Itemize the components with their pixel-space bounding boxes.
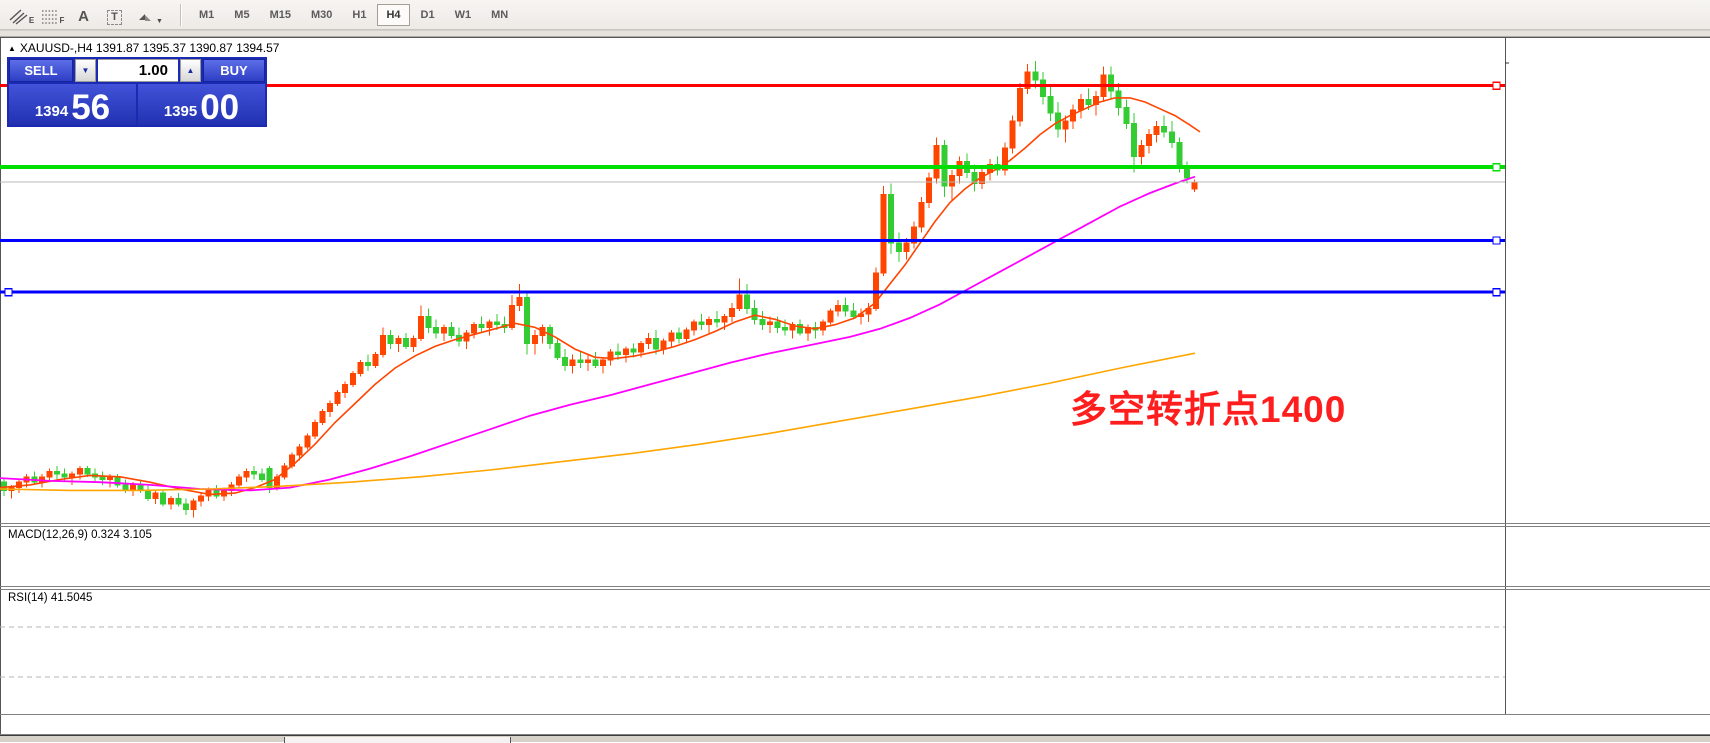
timeframe-bar: M1M5M15M30H1H4D1W1MN <box>190 4 517 26</box>
hline-handle[interactable] <box>1493 164 1500 171</box>
macd-indicator-label: MACD(12,26,9) 0.324 3.105 <box>8 529 152 541</box>
chart-tab-strip[interactable] <box>0 735 1710 742</box>
hline-1373[interactable] <box>0 237 1505 244</box>
timeframe-button-m5[interactable]: M5 <box>225 4 258 26</box>
timeframe-button-m1[interactable]: M1 <box>190 4 223 26</box>
sell-price-major: 1394 <box>35 103 68 120</box>
fibonacci-tool-button[interactable]: F <box>37 2 68 28</box>
arrows-icon <box>137 10 153 25</box>
hline-1400[interactable] <box>0 164 1505 171</box>
timeframe-button-mn[interactable]: MN <box>482 4 517 26</box>
sell-button[interactable]: SELL <box>9 59 73 82</box>
buy-price-pips: 00 <box>200 92 239 124</box>
symbol-ohlc-line: ▲ XAUUSD-,H4 1391.87 1395.37 1390.87 1394… <box>8 41 279 55</box>
sell-price-pips: 56 <box>71 92 110 124</box>
pane-borders <box>0 37 1710 735</box>
equidistant-channel-tool-button[interactable]: E <box>6 2 37 28</box>
sell-price-button[interactable]: 1394 56 <box>9 84 136 125</box>
equidistant-channel-icon <box>9 8 28 25</box>
text-icon: A <box>78 8 89 25</box>
volume-decrease-button[interactable]: ▼ <box>75 59 96 82</box>
arrows-tool-button[interactable]: ▼ <box>130 2 170 28</box>
toolbar: E F A T ▼ M1M5M15M30H1H4D1 <box>0 0 1710 30</box>
timeframe-button-d1[interactable]: D1 <box>412 4 444 26</box>
timeframe-button-h1[interactable]: H1 <box>343 4 375 26</box>
rsi-level-lines <box>0 627 1505 677</box>
chevron-down-icon: ▼ <box>156 18 163 25</box>
rsi-indicator-label: RSI(14) 41.5045 <box>8 592 92 604</box>
text-tool-button[interactable]: A <box>68 2 99 28</box>
tool-badge: E <box>29 16 34 25</box>
volume-input[interactable] <box>98 59 178 82</box>
hline-1354[interactable] <box>0 289 1505 296</box>
chart-annotation-text: 多空转折点1400 <box>1070 379 1346 433</box>
label-icon: T <box>107 10 122 25</box>
fast-ma <box>0 98 1200 495</box>
drawing-tools: E F A T ▼ <box>0 2 170 28</box>
active-chart-tab-edge <box>284 737 511 743</box>
toolbar-separator <box>180 4 182 26</box>
timeframe-button-w1[interactable]: W1 <box>446 4 481 26</box>
hline-handle[interactable] <box>1493 289 1500 296</box>
hline-handle[interactable] <box>1493 82 1500 89</box>
triangle-up-icon: ▲ <box>8 44 16 53</box>
symbol-ohlc-text: XAUUSD-,H4 1391.87 1395.37 1390.87 1394.… <box>20 41 280 55</box>
buy-price-major: 1395 <box>164 103 197 120</box>
chart-horizontal-scrollbar[interactable] <box>0 30 1710 37</box>
text-label-tool-button[interactable]: T <box>99 2 130 28</box>
timeframe-button-m30[interactable]: M30 <box>302 4 341 26</box>
one-click-trading-panel: SELL ▼ ▲ BUY 1394 56 1395 00 <box>7 57 267 127</box>
fibonacci-icon <box>41 9 59 25</box>
volume-increase-button[interactable]: ▲ <box>180 59 201 82</box>
moving-averages <box>0 98 1200 495</box>
slow-ma <box>0 353 1195 490</box>
buy-price-button[interactable]: 1395 00 <box>138 84 265 125</box>
candlesticks <box>2 61 1198 517</box>
hline-handle[interactable] <box>5 289 12 296</box>
tool-badge: F <box>60 16 65 25</box>
timeframe-button-h4[interactable]: H4 <box>377 4 409 26</box>
mid-ma <box>0 177 1195 491</box>
timeframe-button-m15[interactable]: M15 <box>261 4 300 26</box>
buy-button[interactable]: BUY <box>203 59 265 82</box>
hline-handle[interactable] <box>1493 237 1500 244</box>
